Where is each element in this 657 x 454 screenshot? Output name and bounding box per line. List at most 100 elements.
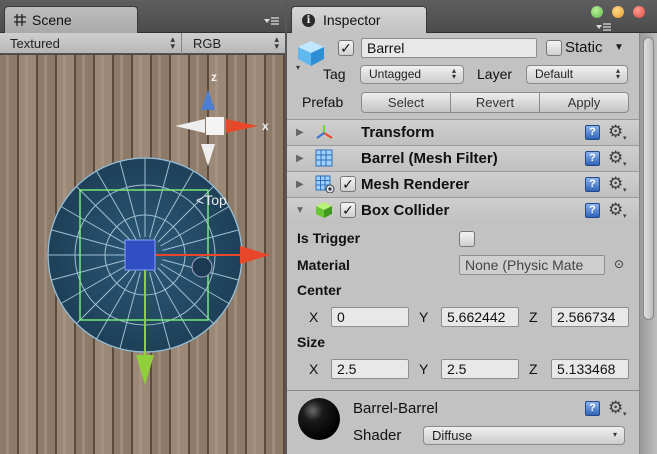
foldout-arrow-icon[interactable]: ▶ bbox=[296, 153, 304, 164]
help-book-icon[interactable]: ? bbox=[585, 177, 600, 192]
size-x-field[interactable]: 2.5 bbox=[331, 359, 409, 379]
object-name-field[interactable]: Barrel bbox=[361, 38, 537, 58]
gear-icon[interactable]: ⚙ bbox=[608, 398, 623, 418]
size-x-label: X bbox=[309, 361, 319, 377]
center-x-label: X bbox=[309, 309, 319, 325]
physic-material-field[interactable]: None (Physic Mate bbox=[459, 255, 605, 275]
mesh-renderer-icon bbox=[315, 175, 335, 196]
icon-dropdown-arrow[interactable]: ▾ bbox=[296, 63, 300, 72]
static-checkbox[interactable] bbox=[546, 40, 562, 56]
gizmo-view-label: <Top bbox=[196, 192, 227, 208]
prefab-apply-button[interactable]: Apply bbox=[539, 92, 629, 113]
is-trigger-checkbox[interactable] bbox=[459, 231, 475, 247]
gear-icon[interactable]: ⚙ bbox=[608, 148, 623, 168]
size-z-label: Z bbox=[529, 361, 538, 377]
scrollbar-thumb[interactable] bbox=[643, 37, 654, 320]
tag-value: Untagged bbox=[369, 67, 422, 81]
render-mode-value: Textured bbox=[10, 36, 60, 51]
material-label: Material bbox=[297, 257, 350, 273]
prefab-label: Prefab bbox=[302, 94, 344, 110]
minimize-button[interactable] bbox=[612, 6, 624, 18]
tag-label: Tag bbox=[323, 66, 346, 82]
static-dropdown-arrow[interactable]: ▼ bbox=[614, 42, 624, 53]
color-mode-dropdown[interactable]: RGB ▴ ▾ bbox=[183, 33, 285, 54]
center-y-label: Y bbox=[419, 309, 429, 325]
close-button[interactable] bbox=[633, 6, 645, 18]
gizmo-view-name: Top bbox=[204, 192, 227, 208]
gizmo-center-cube[interactable] bbox=[206, 117, 224, 135]
scene-tab[interactable]: Scene bbox=[4, 6, 138, 33]
tag-dropdown[interactable]: Untagged ▴ ▾ bbox=[360, 65, 464, 84]
component-mesh-renderer[interactable]: ▶ ✓ Mesh Renderer ? ⚙ ▾ bbox=[287, 171, 639, 197]
center-move-handle[interactable] bbox=[124, 239, 156, 271]
center-x-field[interactable]: 0 bbox=[331, 307, 409, 327]
gear-icon[interactable]: ⚙ bbox=[608, 174, 623, 194]
gizmo-x-label: x bbox=[262, 119, 269, 133]
center-label: Center bbox=[297, 282, 342, 298]
color-mode-value: RGB bbox=[193, 36, 222, 51]
scene-view-canvas: z x <Top bbox=[0, 55, 285, 454]
gear-dropdown-arrow: ▾ bbox=[623, 135, 627, 142]
render-mode-dropdown[interactable]: Textured ▴ ▾ bbox=[0, 33, 182, 54]
updown-arrow-icon: ▴ ▾ bbox=[170, 34, 175, 51]
tab-menu-icon[interactable] bbox=[263, 14, 279, 25]
gear-icon[interactable]: ⚙ bbox=[608, 122, 623, 142]
material-preview-sphere bbox=[297, 397, 341, 444]
scene-viewport[interactable]: z x <Top bbox=[0, 55, 285, 454]
inspector-tab[interactable]: i Inspector bbox=[291, 6, 427, 33]
object-picker-icon[interactable]: ⊙ bbox=[614, 257, 624, 271]
center-z-field[interactable]: 2.566734 bbox=[551, 307, 629, 327]
shader-value: Diffuse bbox=[432, 428, 473, 443]
center-y-field[interactable]: 5.662442 bbox=[441, 307, 519, 327]
layer-dropdown[interactable]: Default ▴ ▾ bbox=[526, 65, 628, 84]
mesh-renderer-enabled-checkbox[interactable]: ✓ bbox=[340, 176, 356, 192]
help-book-icon[interactable]: ? bbox=[585, 401, 600, 416]
size-y-label: Y bbox=[419, 361, 429, 377]
layer-value: Default bbox=[535, 67, 574, 81]
help-book-icon[interactable]: ? bbox=[585, 151, 600, 166]
box-collider-icon bbox=[315, 201, 333, 222]
transform-axes-icon bbox=[315, 123, 335, 144]
gear-dropdown-arrow: ▾ bbox=[623, 411, 627, 418]
size-y-field[interactable]: 2.5 bbox=[441, 359, 519, 379]
gear-dropdown-arrow: ▾ bbox=[623, 187, 627, 194]
help-book-icon[interactable]: ? bbox=[585, 125, 600, 140]
grid-icon bbox=[13, 13, 27, 27]
active-checkbox[interactable]: ✓ bbox=[338, 40, 354, 56]
box-collider-enabled-checkbox[interactable]: ✓ bbox=[340, 202, 356, 218]
center-z-label: Z bbox=[529, 309, 538, 325]
gizmo-z-label: z bbox=[211, 70, 217, 84]
mesh-filter-icon bbox=[315, 149, 333, 170]
scene-panel: Scene Textured ▴ ▾ RGB ▴ ▾ z x <Top bbox=[0, 0, 285, 454]
scene-toolbar: Textured ▴ ▾ RGB ▴ ▾ bbox=[0, 33, 285, 54]
updown-arrow-icon: ▴ ▾ bbox=[451, 66, 456, 81]
component-title: Mesh Renderer bbox=[361, 176, 470, 193]
static-label: Static bbox=[565, 39, 603, 56]
foldout-expanded-arrow-icon[interactable]: ▼ bbox=[295, 205, 305, 216]
foldout-arrow-icon[interactable]: ▶ bbox=[296, 127, 304, 138]
section-divider bbox=[287, 390, 639, 391]
gear-icon[interactable]: ⚙ bbox=[608, 200, 623, 220]
inspector-scrollbar[interactable] bbox=[639, 33, 657, 454]
is-trigger-label: Is Trigger bbox=[297, 230, 361, 246]
shader-dropdown[interactable]: Diffuse ▾ bbox=[423, 426, 625, 445]
help-book-icon[interactable]: ? bbox=[585, 203, 600, 218]
prefab-select-button[interactable]: Select bbox=[361, 92, 451, 113]
component-box-collider[interactable]: ▼ ✓ Box Collider ? ⚙ ▾ bbox=[287, 197, 639, 223]
scene-tab-bar: Scene bbox=[0, 0, 285, 33]
scene-tab-label: Scene bbox=[32, 12, 72, 28]
component-title: Box Collider bbox=[361, 202, 450, 219]
inspector-tab-label: Inspector bbox=[323, 12, 381, 28]
size-z-field[interactable]: 5.133468 bbox=[551, 359, 629, 379]
component-mesh-filter[interactable]: ▶ Barrel (Mesh Filter) ? ⚙ ▾ bbox=[287, 145, 639, 171]
prefab-revert-button[interactable]: Revert bbox=[450, 92, 540, 113]
size-label: Size bbox=[297, 334, 326, 350]
layer-label: Layer bbox=[477, 66, 513, 82]
game-object-cube-icon bbox=[296, 39, 326, 70]
component-title: Transform bbox=[361, 124, 435, 141]
maximize-button[interactable] bbox=[591, 6, 603, 18]
inspector-tab-bar: i Inspector bbox=[287, 0, 657, 33]
component-transform[interactable]: ▶ Transform ? ⚙ ▾ bbox=[287, 119, 639, 145]
foldout-arrow-icon[interactable]: ▶ bbox=[296, 179, 304, 190]
component-title: Barrel (Mesh Filter) bbox=[361, 150, 498, 167]
